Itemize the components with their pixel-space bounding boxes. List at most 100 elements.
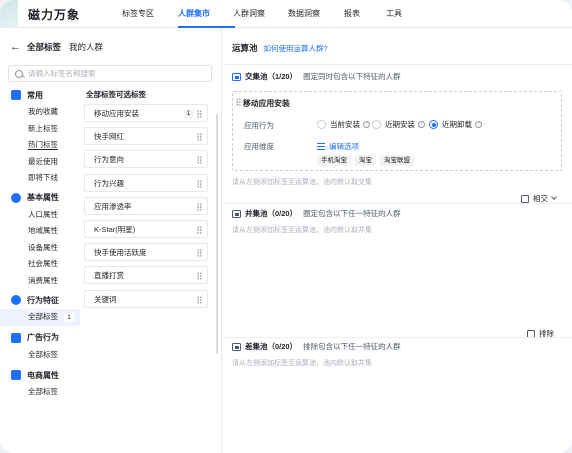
category-ecommerce[interactable]: 电商属性 xyxy=(0,366,80,384)
nav-item-reports[interactable]: 报表 xyxy=(344,0,386,28)
category-item-ad-all[interactable]: 全部标签 xyxy=(0,347,80,364)
pool-name: 并集池（0/20） xyxy=(245,209,298,218)
drag-handle-icon[interactable] xyxy=(197,179,202,188)
operation-pool-panel: 运算池 如何使用运算人群? 交集池（1/20） 圈定同时包含以下特征的人群 移动… xyxy=(223,28,572,453)
app-chip: 手机淘宝 xyxy=(317,155,351,166)
pool-name: 差集池（0/20） xyxy=(245,342,298,351)
help-icon[interactable]: ? xyxy=(475,121,482,128)
divider xyxy=(223,64,572,65)
exclude-pool-header: 差集池（0/20） 排除包含以下任一特征的人群 xyxy=(232,341,401,352)
radio-recent-install[interactable]: 近期安装? xyxy=(372,119,425,130)
top-navigation-bar: 磁力万象 标签专区 人群集市 人群洞察 数据洞察 报表 工具 xyxy=(0,0,572,30)
tag-item[interactable]: 应用渗透率 xyxy=(84,196,208,215)
category-item-device[interactable]: 设备属性 xyxy=(0,240,80,257)
help-link[interactable]: 如何使用运算人群? xyxy=(264,43,328,54)
category-item-ecommerce-all[interactable]: 全部标签 xyxy=(0,384,80,401)
pool-desc: 排除包含以下任一特征的人群 xyxy=(303,342,401,351)
drag-handle-icon[interactable] xyxy=(197,225,202,234)
category-item-favorites[interactable]: 我的收藏 xyxy=(0,104,80,121)
app-chip: 淘宝联盟 xyxy=(380,155,414,166)
radio-checked-icon xyxy=(429,120,438,129)
category-ad[interactable]: 广告行为 xyxy=(0,329,80,347)
ad-icon xyxy=(11,332,21,343)
help-icon[interactable]: ? xyxy=(418,121,425,128)
category-list: 常用 我的收藏 新上标签 热门标签 最近使用 即将下线 基本属性 人口属性 地域… xyxy=(0,86,80,401)
drag-handle-icon[interactable] xyxy=(197,110,202,118)
main-nav: 标签专区 人群集市 人群洞察 数据洞察 报表 工具 xyxy=(122,0,416,28)
nav-item-crowd-insight[interactable]: 人群洞察 xyxy=(233,0,288,28)
category-item-hot[interactable]: 热门标签 xyxy=(0,137,80,154)
drag-handle-icon[interactable] xyxy=(236,98,241,106)
category-label: 电商属性 xyxy=(27,370,59,380)
tag-search-box[interactable] xyxy=(8,65,212,82)
category-item-region[interactable]: 地域属性 xyxy=(0,223,80,240)
category-item-recent[interactable]: 最近使用 xyxy=(0,154,80,171)
home-icon xyxy=(11,90,21,100)
help-icon[interactable]: ? xyxy=(363,121,370,128)
pool-name: 交集池（1/20） xyxy=(245,72,298,81)
nav-item-crowd-market[interactable]: 人群集市 xyxy=(178,0,235,28)
available-tags-title: 全部标签可选标签 xyxy=(86,90,146,99)
union-pool-header: 并集池（0/20） 圈定包含以下任一特征的人群 xyxy=(232,208,401,219)
category-item-new[interactable]: 新上标签 xyxy=(0,121,80,138)
nav-item-data-insight[interactable]: 数据洞察 xyxy=(288,0,344,28)
divider xyxy=(223,203,572,204)
dimension-label: 应用维度 xyxy=(244,142,274,151)
back-arrow-icon[interactable]: ← xyxy=(10,41,21,53)
drag-handle-icon[interactable] xyxy=(197,133,202,142)
category-label: 基本属性 xyxy=(27,193,59,202)
nav-item-tools[interactable]: 工具 xyxy=(386,0,416,28)
tag-panel-header: ← 全部标签 我的人群 xyxy=(10,40,103,54)
edit-options-button[interactable]: 编辑选项 xyxy=(317,141,359,152)
search-icon xyxy=(15,69,23,78)
tag-list-scrollbar[interactable] xyxy=(216,114,218,354)
tag-item[interactable]: 快手使用活跃度 xyxy=(84,243,208,262)
drag-handle-icon[interactable] xyxy=(197,272,202,281)
tag-item[interactable]: K-Star(明星) xyxy=(84,219,208,238)
union-icon xyxy=(232,209,241,218)
category-item-offline-soon[interactable]: 即将下线 xyxy=(0,170,80,187)
app-chip: 淘宝 xyxy=(355,155,376,166)
radio-recent-uninstall[interactable]: 近期卸载? xyxy=(429,119,482,130)
tab-my-crowds[interactable]: 我的人群 xyxy=(69,41,103,53)
logo-mark-icon xyxy=(0,0,18,30)
category-item-behavior-all[interactable]: 全部标签 1 xyxy=(0,309,80,326)
pie-icon xyxy=(11,192,21,203)
category-item-consumption[interactable]: 消费属性 xyxy=(0,273,80,290)
drag-handle-icon[interactable] xyxy=(197,156,202,165)
logo[interactable]: 磁力万象 xyxy=(0,0,80,30)
drag-handle-icon[interactable] xyxy=(197,295,202,304)
tag-item[interactable]: 行为意向 xyxy=(84,150,208,169)
tag-item[interactable]: 直播打赏 xyxy=(84,266,208,285)
tag-search-input[interactable] xyxy=(28,69,208,78)
category-common[interactable]: 常用 xyxy=(0,86,80,104)
category-item-social[interactable]: 社会属性 xyxy=(0,256,80,273)
tag-item[interactable]: 关键词 xyxy=(84,289,208,308)
tag-item[interactable]: 行为兴趣 xyxy=(84,173,208,192)
shop-icon xyxy=(11,370,21,380)
behavior-icon xyxy=(11,295,21,305)
intersect-hint: 请从左侧添加标签至运算池，池内默认取交集 xyxy=(232,179,372,186)
category-label: 广告行为 xyxy=(27,333,59,342)
category-label: 行为特征 xyxy=(27,295,59,305)
nav-item-tag-zone[interactable]: 标签专区 xyxy=(122,0,178,28)
behavior-label: 应用行为 xyxy=(244,121,274,130)
category-basic[interactable]: 基本属性 xyxy=(0,189,80,207)
selected-tag-card[interactable]: 移动应用安装 应用行为 当前安装? 近期安装? 近期卸载? 应用维度 编辑选项 … xyxy=(232,91,562,171)
category-item-demographic[interactable]: 人口属性 xyxy=(0,207,80,224)
chevron-down-icon xyxy=(551,194,557,200)
intersect-icon xyxy=(232,72,241,81)
tag-item[interactable]: 移动应用安装 1 xyxy=(84,104,208,122)
exclude-icon xyxy=(232,342,241,351)
category-behavior[interactable]: 行为特征 xyxy=(0,291,80,309)
app-window: 磁力万象 标签专区 人群集市 人群洞察 数据洞察 报表 工具 ← 全部标签 我的… xyxy=(0,0,572,453)
radio-current-install[interactable]: 当前安装? xyxy=(317,119,370,130)
operation-pool-header: 运算池 如何使用运算人群? xyxy=(232,42,328,54)
tab-all-tags[interactable]: 全部标签 xyxy=(27,41,61,53)
page-title: 运算池 xyxy=(232,43,258,53)
selected-apps: 手机淘宝 淘宝 淘宝联盟 xyxy=(317,155,418,166)
drag-handle-icon[interactable] xyxy=(197,202,202,211)
tag-item[interactable]: 快手网红 xyxy=(84,127,208,146)
pool-desc: 圈定同时包含以下特征的人群 xyxy=(303,72,401,81)
drag-handle-icon[interactable] xyxy=(197,249,202,258)
